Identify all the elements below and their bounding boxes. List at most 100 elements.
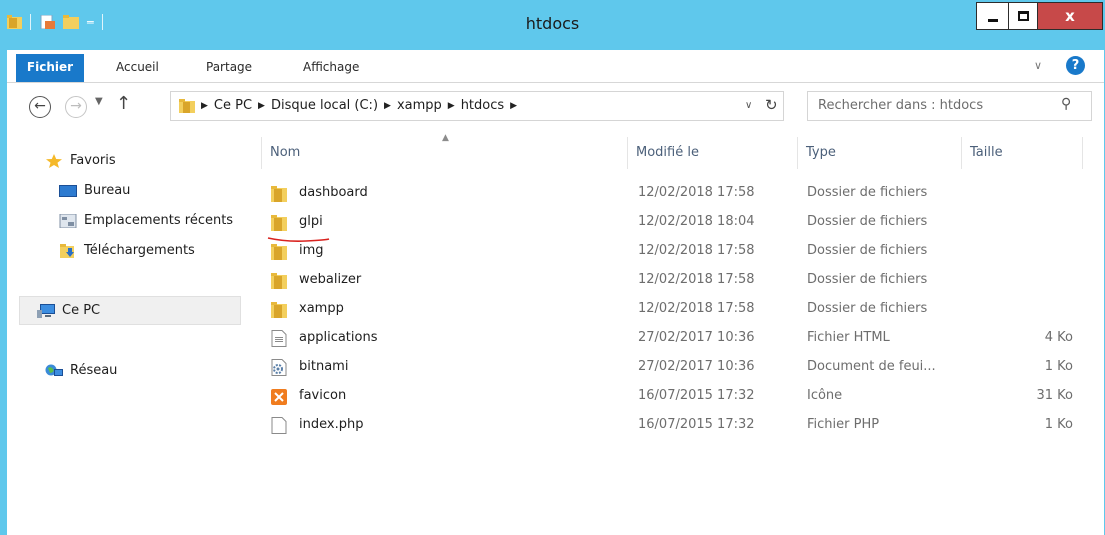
tab-accueil[interactable]: Accueil [116, 55, 159, 79]
column-header-modified[interactable]: Modifié le [628, 137, 798, 169]
window-frame [0, 0, 7, 535]
breadcrumb-separator-icon[interactable]: ▶ [510, 101, 517, 111]
folder-icon [179, 99, 195, 113]
file-type: Fichier PHP [807, 417, 880, 432]
navigation-bar: ← → ▼ ↑ ▶ Ce PC ▶ Disque local (C:) ▶ xa… [7, 83, 1104, 131]
file-icon [271, 417, 287, 434]
file-type: Dossier de fichiers [807, 185, 928, 200]
breadcrumb-separator-icon[interactable]: ▶ [384, 101, 391, 111]
sidebar-item-emplacements-recents[interactable]: Emplacements récents [59, 213, 241, 228]
column-header-size[interactable]: Taille [962, 137, 1083, 169]
file-modified: 27/02/2017 10:36 [638, 330, 755, 345]
folder-icon [271, 214, 287, 231]
search-input[interactable]: Rechercher dans : htdocs ⚲ [807, 91, 1092, 121]
table-row[interactable]: glpi 12/02/2018 18:04 Dossier de fichiers [241, 208, 1083, 237]
close-icon: x [1065, 7, 1075, 25]
breadcrumb-disque-local[interactable]: Disque local (C:) [271, 98, 378, 113]
search-icon[interactable]: ⚲ [1061, 96, 1071, 112]
table-row[interactable]: applications 27/02/2017 10:36 Fichier HTML… [241, 324, 1083, 353]
search-placeholder: Rechercher dans : htdocs [818, 98, 984, 113]
address-bar[interactable]: ▶ Ce PC ▶ Disque local (C:) ▶ xampp ▶ ht… [170, 91, 784, 121]
breadcrumb-separator-icon[interactable]: ▶ [201, 101, 208, 111]
file-type: Dossier de fichiers [807, 243, 928, 258]
folder-icon [271, 243, 287, 260]
table-row[interactable]: favicon 16/07/2015 17:32 Icône 31 Ko [241, 382, 1083, 411]
column-header-name[interactable]: Nom [261, 137, 628, 169]
tab-partage[interactable]: Partage [206, 55, 252, 79]
expand-ribbon-chevron-icon[interactable]: ∨ [1034, 59, 1042, 72]
sidebar-item-label: Ce PC [62, 303, 101, 318]
table-row[interactable]: index.php 16/07/2015 17:32 Fichier PHP 1 Ko [241, 411, 1083, 440]
back-button[interactable]: ← [29, 96, 51, 118]
downloads-icon [60, 243, 74, 258]
folder-icon [271, 272, 287, 289]
help-icon[interactable]: ? [1066, 56, 1085, 75]
file-modified: 12/02/2018 18:04 [638, 214, 755, 229]
file-name: favicon [299, 388, 347, 403]
recent-places-icon [59, 213, 77, 228]
maximize-icon [1017, 11, 1029, 21]
breadcrumb-xampp[interactable]: xampp [397, 98, 442, 113]
file-name: xampp [299, 301, 344, 316]
recent-locations-chevron-icon[interactable]: ▼ [95, 96, 103, 107]
star-icon [46, 153, 62, 168]
file-type: Document de feui... [807, 359, 936, 374]
breadcrumb: ▶ Ce PC ▶ Disque local (C:) ▶ xampp ▶ ht… [201, 98, 517, 113]
file-name: applications [299, 330, 378, 345]
title-bar: ═ htdocs x [0, 0, 1105, 50]
column-header-type[interactable]: Type [798, 137, 962, 169]
breadcrumb-ce-pc[interactable]: Ce PC [214, 98, 252, 113]
breadcrumb-separator-icon[interactable]: ▶ [448, 101, 455, 111]
sidebar-item-label: Emplacements récents [84, 213, 234, 228]
sidebar-item-label: Bureau [84, 183, 131, 198]
close-button[interactable]: x [1037, 2, 1103, 30]
breadcrumb-htdocs[interactable]: htdocs [461, 98, 504, 113]
file-modified: 12/02/2018 17:58 [638, 272, 755, 287]
file-type: Dossier de fichiers [807, 272, 928, 287]
sidebar-item-favoris[interactable]: Favoris [45, 153, 116, 168]
table-row[interactable]: bitnami 27/02/2017 10:36 Document de feui.… [241, 353, 1083, 382]
css-file-icon [271, 359, 287, 376]
up-button[interactable]: ↑ [116, 93, 131, 114]
file-modified: 12/02/2018 17:58 [638, 301, 755, 316]
file-name: img [299, 243, 324, 258]
annotation-underline [267, 237, 330, 242]
sidebar-item-bureau[interactable]: Bureau [59, 183, 130, 198]
table-row[interactable]: img 12/02/2018 17:58 Dossier de fichiers [241, 237, 1083, 266]
file-name: bitnami [299, 359, 349, 374]
sidebar-item-ce-pc[interactable]: Ce PC [37, 303, 100, 318]
file-modified: 12/02/2018 17:58 [638, 185, 755, 200]
file-modified: 16/07/2015 17:32 [638, 417, 755, 432]
minimize-button[interactable] [976, 2, 1009, 30]
address-history-chevron-icon[interactable]: ∨ [745, 100, 752, 111]
window-title: htdocs [525, 14, 580, 33]
refresh-icon[interactable]: ↻ [765, 96, 778, 114]
html-file-icon [271, 330, 287, 347]
xampp-icon [271, 388, 287, 405]
forward-button[interactable]: → [65, 96, 87, 118]
ribbon-tabs: Fichier Accueil Partage Affichage ∨ ? [7, 50, 1104, 83]
table-row[interactable]: webalizer 12/02/2018 17:58 Dossier de fich… [241, 266, 1083, 295]
table-row[interactable]: dashboard 12/02/2018 17:58 Dossier de fich… [241, 179, 1083, 208]
sidebar-item-label: Réseau [70, 363, 118, 378]
maximize-button[interactable] [1008, 2, 1038, 30]
sidebar-item-label: Favoris [70, 153, 116, 168]
file-name: dashboard [299, 185, 368, 200]
tab-fichier[interactable]: Fichier [16, 54, 84, 82]
file-type: Dossier de fichiers [807, 214, 928, 229]
file-name: webalizer [299, 272, 362, 287]
folder-icon [271, 185, 287, 202]
table-row[interactable]: xampp 12/02/2018 17:58 Dossier de fichiers [241, 295, 1083, 324]
navigation-pane: Favoris Bureau Emplacements récents Télé… [7, 131, 241, 535]
breadcrumb-separator-icon[interactable]: ▶ [258, 101, 265, 111]
file-modified: 27/02/2017 10:36 [638, 359, 755, 374]
sidebar-item-reseau[interactable]: Réseau [45, 363, 117, 378]
desktop-icon [59, 184, 77, 197]
tab-affichage[interactable]: Affichage [303, 55, 359, 79]
minimize-icon [987, 18, 998, 22]
sidebar-item-telechargements[interactable]: Téléchargements [59, 243, 195, 258]
file-size: 31 Ko [1036, 388, 1073, 403]
folder-icon [271, 301, 287, 318]
file-size: 1 Ko [1044, 359, 1073, 374]
sidebar-item-label: Téléchargements [84, 243, 195, 258]
